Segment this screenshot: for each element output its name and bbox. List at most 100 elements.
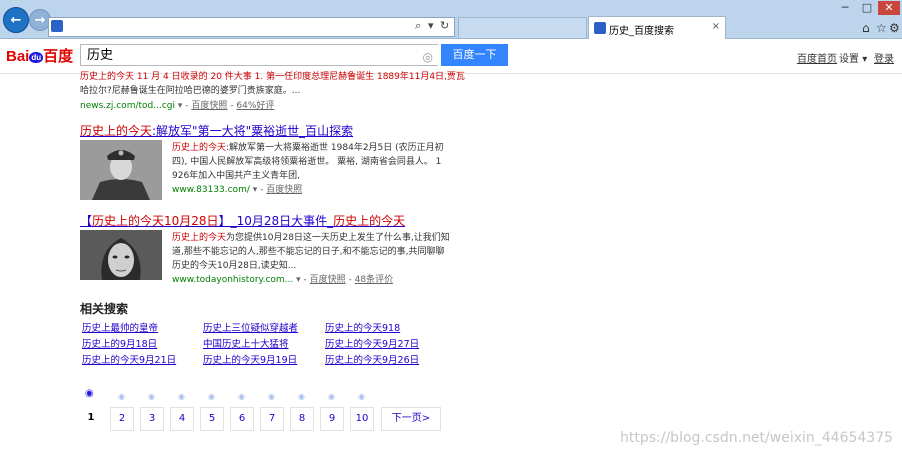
result-1-rating[interactable]: 64%好评 [236, 101, 274, 111]
page-link[interactable]: 5 [200, 407, 224, 431]
result-2-abs-rest: :解放军第一大将粟裕逝世 1984年2月5日 (农历正月初 [226, 143, 444, 153]
result-3-title-mid: 】_10月28日大事件_ [218, 214, 334, 228]
related-link[interactable]: 历史上的今天9月19日 [203, 352, 297, 366]
result-1-url-row: news.zj.com/tod...cgi ▾ - 百度快照 - 64%好评 [80, 98, 274, 111]
window-close-icon[interactable]: ✕ [878, 1, 900, 15]
dropdown-icon[interactable]: ▾ - [253, 185, 264, 195]
related-link[interactable]: 历史上三位疑似穿越者 [203, 320, 298, 334]
tools-gear-icon[interactable]: ⚙ [889, 21, 900, 35]
paw-icon: ◉ [148, 392, 155, 401]
page-link[interactable]: 2 [110, 407, 134, 431]
result-2-photo[interactable] [80, 140, 162, 200]
baidu-search-header: Bai du 百度 历史 ◎ 百度一下 百度首页 设置 ▾ 登录 [0, 39, 902, 74]
result-1-abstract: 哈拉尔?尼赫鲁诞生在阿拉哈巴德的婆罗门贵族家庭。... [80, 86, 301, 96]
tab-close-icon[interactable]: × [712, 21, 720, 32]
result-3-abs-hl: 历史上的今天 [172, 233, 227, 243]
address-bar[interactable]: ⌕ ▾ ↻ [48, 17, 455, 37]
search-query: 历史 [87, 48, 114, 63]
dropdown-icon[interactable]: ▾ - [178, 101, 189, 111]
result-2-snapshot[interactable]: 百度快照 [266, 185, 302, 195]
page-link[interactable]: 7 [260, 407, 284, 431]
baidu-tab-favicon-icon [594, 22, 606, 34]
paw-icon: ◉ [178, 392, 185, 401]
related-link[interactable]: 历史上的今天9月27日 [325, 336, 419, 350]
logo-cn: 百度 [43, 48, 74, 65]
watermark: https://blog.csdn.net/weixin_44654375 [620, 430, 894, 446]
result-2-abstract-1: 历史上的今天:解放军第一大将粟裕逝世 1984年2月5日 (农历正月初 [172, 141, 444, 155]
search-button[interactable]: 百度一下 [441, 44, 508, 66]
result-3-title[interactable]: 【历史上的今天10月28日】_10月28日大事件_历史上的今天 [80, 212, 405, 229]
related-link[interactable]: 历史上的今天918 [325, 320, 400, 334]
baidu-favicon-icon [51, 20, 63, 32]
result-2-abstract-3: 926年加入中国共产主义青年团, [172, 171, 301, 181]
related-link[interactable]: 历史上的今天9月26日 [325, 352, 419, 366]
result-3-abstract-2: 道,那些不能忘记的人,那些不能忘记的日子,和不能忘记的事,共同聊聊 [172, 247, 445, 257]
separator: - [230, 101, 234, 111]
logo-bai: Bai [6, 48, 30, 65]
back-arrow-icon[interactable]: ← [3, 7, 29, 33]
result-3-abs-rest: 为您提供10月28日这一天历史上发生了什么事,让我们知 [226, 233, 450, 243]
paw-current-icon: ◉ [85, 388, 94, 399]
dropdown-icon[interactable]: ▾ - [296, 275, 307, 285]
result-3-photo[interactable] [80, 230, 162, 280]
result-1-abstract-top: 历史上的今天 11 月 4 日收录的 20 件大事 1. 第一任印度总理尼赫鲁诞… [80, 70, 500, 82]
tab-blank[interactable] [458, 17, 587, 38]
related-link[interactable]: 历史上的今天9月21日 [82, 352, 176, 366]
result-3-abstract-1: 历史上的今天为您提供10月28日这一天历史上发生了什么事,让我们知 [172, 231, 450, 245]
result-3-rating[interactable]: 48条评价 [355, 275, 393, 285]
related-searches-heading: 相关搜索 [80, 302, 129, 316]
result-2-abs-hl: 历史上的今天 [172, 143, 227, 153]
result-2-url[interactable]: www.83133.com/ [172, 185, 250, 195]
page-link[interactable]: 8 [290, 407, 314, 431]
result-2-title-rest: :解放军"第一大将"粟裕逝世_百山探索 [152, 124, 354, 138]
maximize-icon[interactable]: □ [856, 1, 878, 14]
browser-chrome: ← → ⌕ ▾ ↻ 历史_百度搜索 × ─ □ ✕ ⌂ ☆ ⚙ [0, 0, 902, 39]
result-1-url[interactable]: news.zj.com/tod...cgi [80, 101, 175, 111]
result-3-title-hl: 历史上的今天10月28日 [92, 214, 219, 228]
result-1-partial-line: 历史上的今天 11 月 4 日收录的 20 件大事 1. 第一任印度总理尼赫鲁诞… [80, 72, 465, 82]
settings-label: 设置 [839, 54, 859, 65]
page-link[interactable]: 10 [350, 407, 374, 431]
related-link[interactable]: 历史上的9月18日 [82, 336, 157, 350]
separator: - [348, 275, 352, 285]
address-search-icon[interactable]: ⌕ [415, 19, 421, 33]
result-2-url-row: www.83133.com/ ▾ - 百度快照 [172, 182, 302, 195]
page-link[interactable]: 9 [320, 407, 344, 431]
paw-icon: ◉ [268, 392, 275, 401]
dropdown-icon[interactable]: ▾ [428, 19, 434, 32]
related-link[interactable]: 历史上最帅的皇帝 [82, 320, 158, 334]
camera-icon[interactable]: ◎ [423, 46, 433, 68]
page-link[interactable]: 6 [230, 407, 254, 431]
logo-paw-icon: du [29, 51, 44, 63]
result-3-title-pre: 【 [80, 214, 93, 228]
home-icon[interactable]: ⌂ [862, 21, 870, 35]
login-link[interactable]: 登录 [874, 50, 894, 65]
paw-icon: ◉ [118, 392, 125, 401]
paw-icon: ◉ [358, 392, 365, 401]
refresh-icon[interactable]: ↻ [440, 19, 449, 32]
soldier-portrait-image [80, 140, 162, 200]
page-link[interactable]: 3 [140, 407, 164, 431]
page-current: 1 [87, 412, 95, 423]
page-link[interactable]: 4 [170, 407, 194, 431]
result-2-title[interactable]: 历史上的今天:解放军"第一大将"粟裕逝世_百山探索 [80, 122, 353, 139]
related-link[interactable]: 中国历史上十大猛将 [203, 336, 289, 350]
woman-portrait-image [80, 230, 162, 280]
result-3-abstract-3: 历史的今天10月28日,读史知... [172, 261, 297, 271]
result-1-snapshot[interactable]: 百度快照 [191, 101, 227, 111]
paw-icon: ◉ [298, 392, 305, 401]
baidu-logo[interactable]: Bai du 百度 [6, 45, 73, 66]
baidu-home-link[interactable]: 百度首页 [797, 50, 837, 65]
result-2-abstract-2: 四), 中国人民解放军高级将领粟裕逝世。 粟裕, 湖南省会同县人。 1 [172, 157, 442, 167]
search-input[interactable]: 历史 ◎ [80, 44, 438, 66]
paw-icon: ◉ [328, 392, 335, 401]
tab-title: 历史_百度搜索 [609, 26, 674, 37]
result-3-url[interactable]: www.todayonhistory.com... [172, 275, 293, 285]
favorites-star-icon[interactable]: ☆ [876, 21, 887, 35]
minimize-icon[interactable]: ─ [834, 1, 856, 14]
next-page-button[interactable]: 下一页> [381, 407, 441, 431]
result-3-snapshot[interactable]: 百度快照 [310, 275, 346, 285]
result-3-title-hl2: 历史上的今天 [333, 214, 406, 228]
settings-link[interactable]: 设置 ▾ [839, 50, 867, 65]
tab-active[interactable]: 历史_百度搜索 × [588, 16, 726, 39]
